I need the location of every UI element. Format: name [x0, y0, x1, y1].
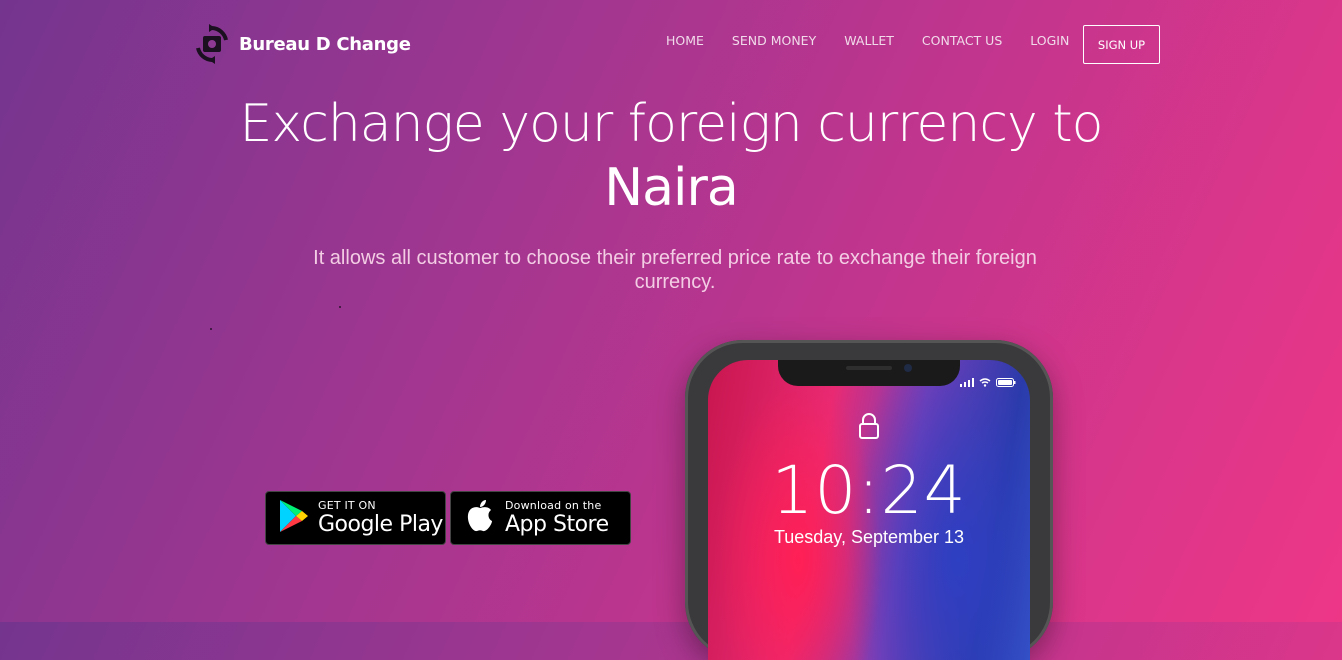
nav-send-money[interactable]: SEND MONEY [732, 33, 816, 48]
nav-wallet[interactable]: WALLET [844, 33, 894, 48]
google-play-small-text: GET IT ON [318, 499, 376, 512]
hero-subtitle: It allows all customer to choose their p… [313, 247, 1037, 293]
phone-mockup: 10:24 Tuesday, September 13 [685, 340, 1053, 660]
main-nav: HOME SEND MONEY WALLET CONTACT US LOGIN [666, 33, 1097, 48]
app-store-big-text: App Store [505, 512, 609, 537]
front-camera [904, 364, 912, 372]
apple-icon [465, 499, 495, 538]
battery-icon [996, 374, 1016, 392]
app-store-small-text: Download on the [505, 499, 602, 512]
decor-dot [210, 328, 212, 330]
currency-exchange-icon [195, 24, 229, 64]
headline-line-2: Naira [604, 158, 738, 218]
app-store-button[interactable]: Download on the App Store [450, 491, 631, 545]
decor-dot [339, 306, 341, 308]
nav-login[interactable]: LOGIN [1030, 33, 1069, 48]
google-play-icon [278, 498, 310, 539]
status-bar [960, 374, 1016, 392]
speaker-grille [846, 366, 892, 370]
lockscreen-date: Tuesday, September 13 [773, 527, 965, 547]
brand-name: Bureau D Change [239, 33, 411, 55]
nav-home[interactable]: HOME [666, 33, 704, 48]
brand-logo[interactable]: Bureau D Change [195, 24, 411, 64]
signup-button[interactable]: SIGN UP [1083, 25, 1160, 64]
phone-screen: 10:24 Tuesday, September 13 [708, 360, 1030, 660]
lock-icon [858, 412, 880, 445]
google-play-big-text: Google Play [318, 512, 443, 537]
nav-contact-us[interactable]: CONTACT US [922, 33, 1002, 48]
google-play-button[interactable]: GET IT ON Google Play [265, 491, 446, 545]
headline-line-1: Exchange your foreign currency to [239, 94, 1104, 154]
hero-headline: Exchange your foreign currency to Naira [0, 92, 1342, 220]
signal-icon [960, 374, 974, 392]
wifi-icon [979, 374, 991, 392]
lockscreen-time: 10:24 [771, 452, 967, 529]
phone-notch [778, 360, 960, 386]
